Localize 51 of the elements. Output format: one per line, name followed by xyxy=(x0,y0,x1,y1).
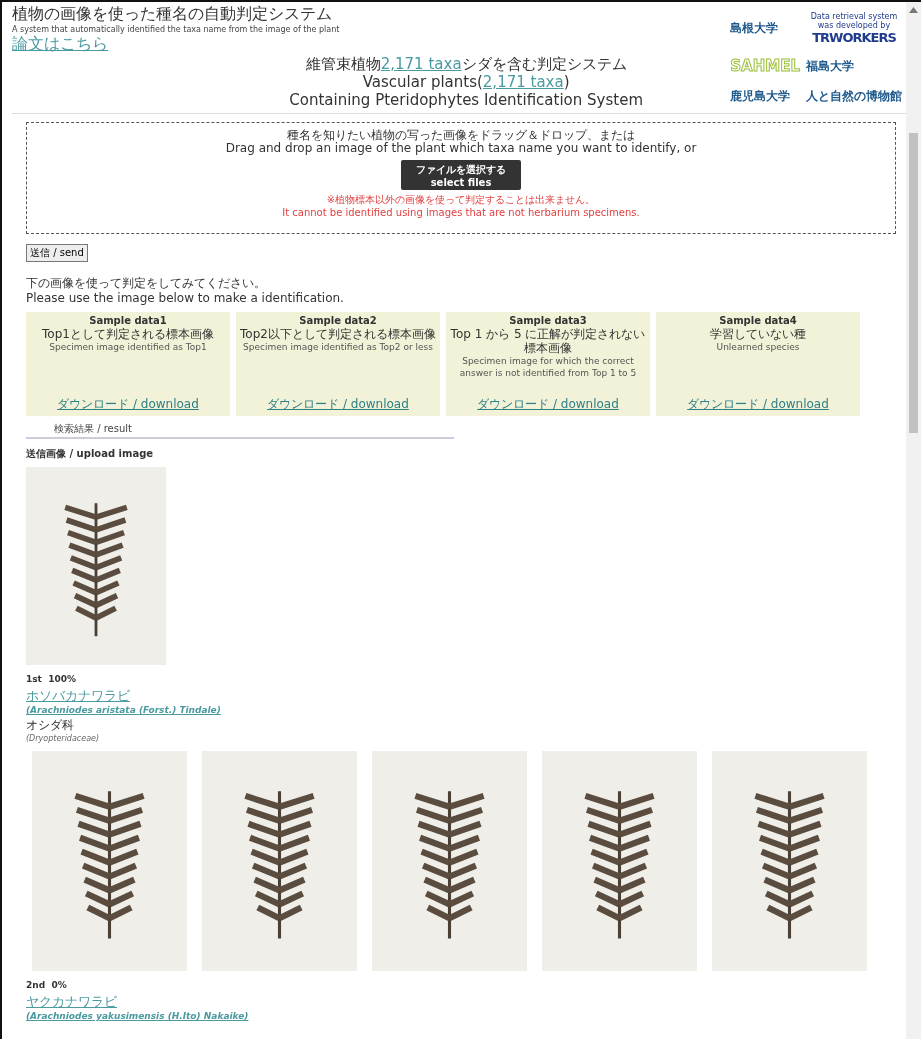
family-latin-name: (Dryopteridaceae) xyxy=(26,733,100,745)
download-link[interactable]: ダウンロード / download xyxy=(267,398,409,410)
scientific-name-link[interactable]: (Arachniodes aristata (Forst.) Tindale) xyxy=(26,704,221,717)
rank-score: 1st 100% xyxy=(26,673,76,686)
taxa-link[interactable]: 2,171 taxa xyxy=(380,55,462,73)
species-link[interactable]: ホソバカナワラビ xyxy=(26,688,130,704)
family-name: オシダ科 xyxy=(26,719,74,732)
system-title: 維管束植物2,171 taxaシダを含む判定システム xyxy=(305,55,627,73)
paper-link[interactable]: 論文はこちら xyxy=(12,34,108,55)
select-files-button[interactable]: ファイルを選択する select files xyxy=(401,160,521,190)
drop-instruction: 種名を知りたい植物の写った画像をドラッグ＆ドロップ、または xyxy=(287,129,635,142)
result-heading: 検索結果 / result xyxy=(26,422,454,439)
institution-logo: 島根大学 xyxy=(730,20,779,38)
sample-description: Unlearned species xyxy=(716,341,800,353)
institution-logo: 人と自然の博物館 xyxy=(806,87,902,105)
institution-logo: 鹿児島大学 xyxy=(730,87,791,105)
page-subtitle: A system that automatically identified the taxa name from the image of the plant xyxy=(12,25,341,34)
warning-text: ※植物標本以外の画像を使って判定することは出来ません。 xyxy=(326,193,596,206)
download-link[interactable]: ダウンロード / download xyxy=(687,398,829,410)
download-link[interactable]: ダウンロード / download xyxy=(57,398,199,410)
system-title: Vascular plants(2,171 taxa) xyxy=(362,73,570,91)
institution-logo: 福島大学 xyxy=(806,58,854,75)
sample-description: Specimen image identified as Top2 or less xyxy=(243,341,433,353)
sample-description: 学習していない種 xyxy=(710,327,806,341)
download-link[interactable]: ダウンロード / download xyxy=(477,398,619,410)
sample-description: Specimen image for which the correct answer is not identified from Top 1 to 5 xyxy=(458,355,638,379)
sample-description: Specimen image identified as Top1 xyxy=(49,341,207,353)
sample-title: Sample data2 xyxy=(299,315,377,327)
system-title: Containing Pteridophytes Identification System xyxy=(289,91,643,109)
rank-score: 2nd 0% xyxy=(26,979,67,992)
sample-description: Top1として判定される標本画像 xyxy=(42,327,214,341)
drop-instruction: Drag and drop an image of the plant which taxa name you want to identify, or xyxy=(225,142,697,155)
sample-description: Top 1 から 5 に正解が判定されない標本画像 xyxy=(449,327,647,355)
drop-zone[interactable] xyxy=(26,122,896,234)
sample-title: Sample data4 xyxy=(719,315,797,327)
instruction-text: Please use the image below to make a identification. xyxy=(26,291,345,306)
warning-text: It cannot be identified using images that are not herbarium specimens. xyxy=(282,206,640,219)
send-button[interactable]: 送信 / send xyxy=(26,244,88,262)
instruction-text: 下の画像を使って判定をしてみてください。 xyxy=(26,276,267,291)
taxa-link[interactable]: 2,171 taxa xyxy=(482,73,564,91)
upload-label: 送信画像 / upload image xyxy=(26,447,155,461)
scroll-up-icon[interactable] xyxy=(909,7,918,13)
sample-description: Top2以下として判定される標本画像 xyxy=(240,327,436,341)
page-title: 植物の画像を使った種名の自動判定システム xyxy=(12,4,333,25)
species-link[interactable]: ヤクカナワラビ xyxy=(26,994,117,1010)
scientific-name-link[interactable]: (Arachniodes yakusimensis (H.Ito) Nakaike) xyxy=(26,1010,249,1023)
sample-title: Sample data3 xyxy=(509,315,587,327)
institution-logo: SAHMEL xyxy=(730,57,800,76)
developer-logo: Data retrieval system was developed by TRWORKERS xyxy=(809,12,899,46)
sample-title: Sample data1 xyxy=(89,315,167,327)
scrollbar-thumb[interactable] xyxy=(909,133,918,433)
